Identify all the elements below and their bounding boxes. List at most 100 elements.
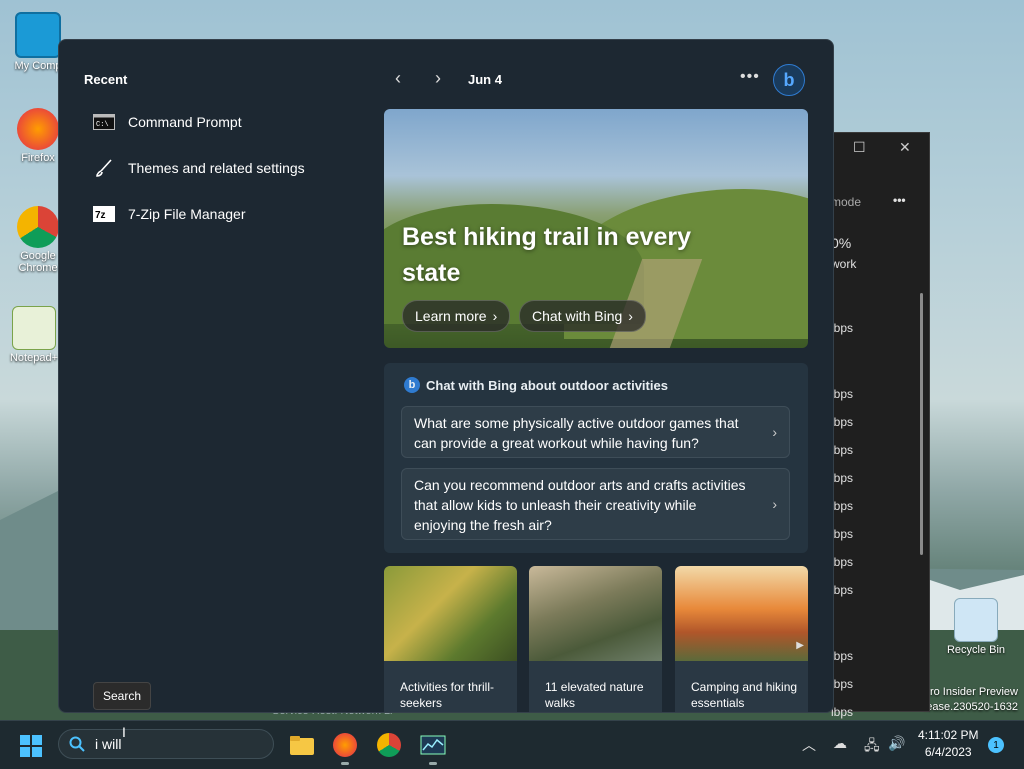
clock[interactable]: 4:11:02 PM 6/4/2023: [918, 727, 978, 761]
table-cell: lbps: [831, 471, 854, 485]
chrome-icon: [377, 733, 401, 757]
search-tooltip: Search: [93, 682, 151, 710]
chat-question-text: What are some physically active outdoor …: [414, 415, 739, 451]
recycle-bin-icon: [954, 598, 998, 642]
learn-more-button[interactable]: Learn more ›: [402, 300, 511, 332]
table-cell: lbps: [831, 443, 854, 457]
chrome-icon: [17, 206, 59, 248]
search-input[interactable]: i will: [95, 736, 121, 752]
card-caption: Activities for thrill-seekers: [400, 680, 495, 710]
windows-logo-tile: [20, 735, 30, 745]
network-icon[interactable]: 🖧: [864, 735, 880, 759]
notepad-plus-icon: [12, 306, 56, 350]
show-hidden-icons-icon[interactable]: ︿: [802, 735, 816, 755]
running-indicator: [429, 762, 437, 765]
chat-heading: b Chat with Bing about outdoor activitie…: [404, 377, 668, 393]
file-explorer-button[interactable]: [288, 731, 316, 759]
table-cell: lbps: [831, 415, 854, 429]
chevron-right-icon: ›: [628, 308, 633, 324]
task-manager-taskbar-button[interactable]: [419, 731, 447, 765]
clock-time: 4:11:02 PM: [918, 728, 979, 742]
search-icon: [69, 736, 85, 752]
recent-item-themes[interactable]: Themes and related settings: [92, 154, 305, 182]
recent-item-label: Command Prompt: [128, 114, 242, 130]
card-nature-walks[interactable]: 11 elevated nature walks: [529, 566, 662, 712]
scrollbar[interactable]: [920, 293, 923, 555]
table-cell: lbps: [831, 321, 854, 335]
firefox-icon: [17, 108, 59, 150]
close-icon[interactable]: ✕: [899, 139, 911, 156]
table-cell: lbps: [831, 387, 854, 401]
mouse-cursor-icon: I: [122, 724, 126, 740]
table-cell: lbps: [831, 677, 854, 691]
bing-icon: b: [404, 377, 420, 393]
chevron-right-icon: ›: [772, 496, 777, 512]
next-day-button[interactable]: ›: [435, 68, 441, 89]
firefox-taskbar-button[interactable]: [331, 731, 359, 765]
desktop-icon-label: Notepad+: [9, 352, 58, 364]
table-cell: lbps: [831, 583, 854, 597]
taskbar-search-box[interactable]: i will: [58, 729, 274, 759]
table-cell: lbps: [831, 527, 854, 541]
card-thrill-seekers[interactable]: Activities for thrill-seekers: [384, 566, 517, 712]
search-flyout: Recent C:\ Command Prompt Themes and rel…: [58, 39, 834, 713]
brush-icon: [92, 158, 116, 178]
desktop-icon-label: Recycle Bin: [946, 644, 1006, 656]
card-caption: 11 elevated nature walks: [545, 680, 644, 710]
command-prompt-icon: C:\: [92, 112, 116, 132]
windows-logo-tile: [32, 735, 42, 745]
table-cell: lbps: [831, 649, 854, 663]
more-options-icon[interactable]: •••: [893, 193, 906, 207]
recent-item-7zip[interactable]: 7z 7-Zip File Manager: [92, 200, 246, 228]
folder-icon: [290, 736, 314, 755]
chat-question-2[interactable]: Can you recommend outdoor arts and craft…: [401, 468, 790, 540]
chrome-taskbar-button[interactable]: [375, 731, 403, 759]
hero-card[interactable]: Best hiking trail in every state Learn m…: [384, 109, 808, 348]
card-image: [529, 566, 662, 661]
cloud-icon[interactable]: ☁: [833, 735, 847, 752]
card-image: [384, 566, 517, 661]
start-button[interactable]: [20, 735, 42, 757]
chat-question-1[interactable]: What are some physically active outdoor …: [401, 406, 790, 458]
chat-with-bing-label: Chat with Bing: [532, 308, 623, 324]
7zip-icon: 7z: [92, 204, 116, 224]
desktop-icon-recycle-bin[interactable]: Recycle Bin: [946, 598, 1006, 656]
notification-badge[interactable]: 1: [988, 737, 1004, 753]
firefox-icon: [333, 733, 357, 757]
recent-item-command-prompt[interactable]: C:\ Command Prompt: [92, 108, 242, 136]
recent-heading: Recent: [84, 72, 128, 87]
bing-icon[interactable]: b: [773, 64, 805, 96]
chat-suggestions-panel: b Chat with Bing about outdoor activitie…: [384, 363, 808, 553]
highlight-date: Jun 4: [468, 72, 502, 87]
chevron-right-icon: ›: [772, 424, 777, 440]
windows-logo-tile: [32, 747, 42, 757]
more-options-icon[interactable]: •••: [740, 68, 760, 86]
network-column-label[interactable]: work: [831, 257, 856, 271]
clock-date: 6/4/2023: [924, 745, 972, 759]
table-cell: lbps: [831, 705, 854, 719]
taskbar: i will ︿ ☁ 🖧 🔊 4:11:02 PM 6/4/2023 1: [0, 720, 1024, 769]
chat-with-bing-button[interactable]: Chat with Bing ›: [519, 300, 646, 332]
hero-title: Best hiking trail in every state: [402, 223, 691, 287]
learn-more-label: Learn more: [415, 308, 487, 324]
desktop-icon-notepad-plus[interactable]: Notepad+: [6, 306, 62, 364]
task-manager-icon: [420, 735, 446, 755]
windows-logo-tile: [20, 747, 30, 757]
maximize-icon[interactable]: ☐: [853, 139, 866, 156]
recent-item-label: Themes and related settings: [128, 160, 305, 176]
svg-text:7z: 7z: [95, 210, 106, 221]
mode-label[interactable]: mode: [831, 195, 861, 209]
running-indicator: [341, 762, 349, 765]
previous-day-button[interactable]: ‹: [395, 68, 401, 89]
carousel-next-icon[interactable]: ▶: [796, 640, 804, 651]
svg-text:C:\: C:\: [96, 121, 109, 129]
insider-watermark-line2: lease.230520-1632: [923, 701, 1018, 713]
card-caption: Camping and hiking essentials: [691, 680, 798, 710]
volume-icon[interactable]: 🔊: [888, 735, 905, 752]
card-camping-essentials[interactable]: Camping and hiking essentials ▶: [675, 566, 808, 712]
table-cell: lbps: [831, 555, 854, 569]
chat-question-text: Can you recommend outdoor arts and craft…: [414, 477, 746, 533]
recent-item-label: 7-Zip File Manager: [128, 206, 246, 222]
monitor-icon: [15, 12, 61, 58]
chevron-right-icon: ›: [492, 308, 498, 324]
